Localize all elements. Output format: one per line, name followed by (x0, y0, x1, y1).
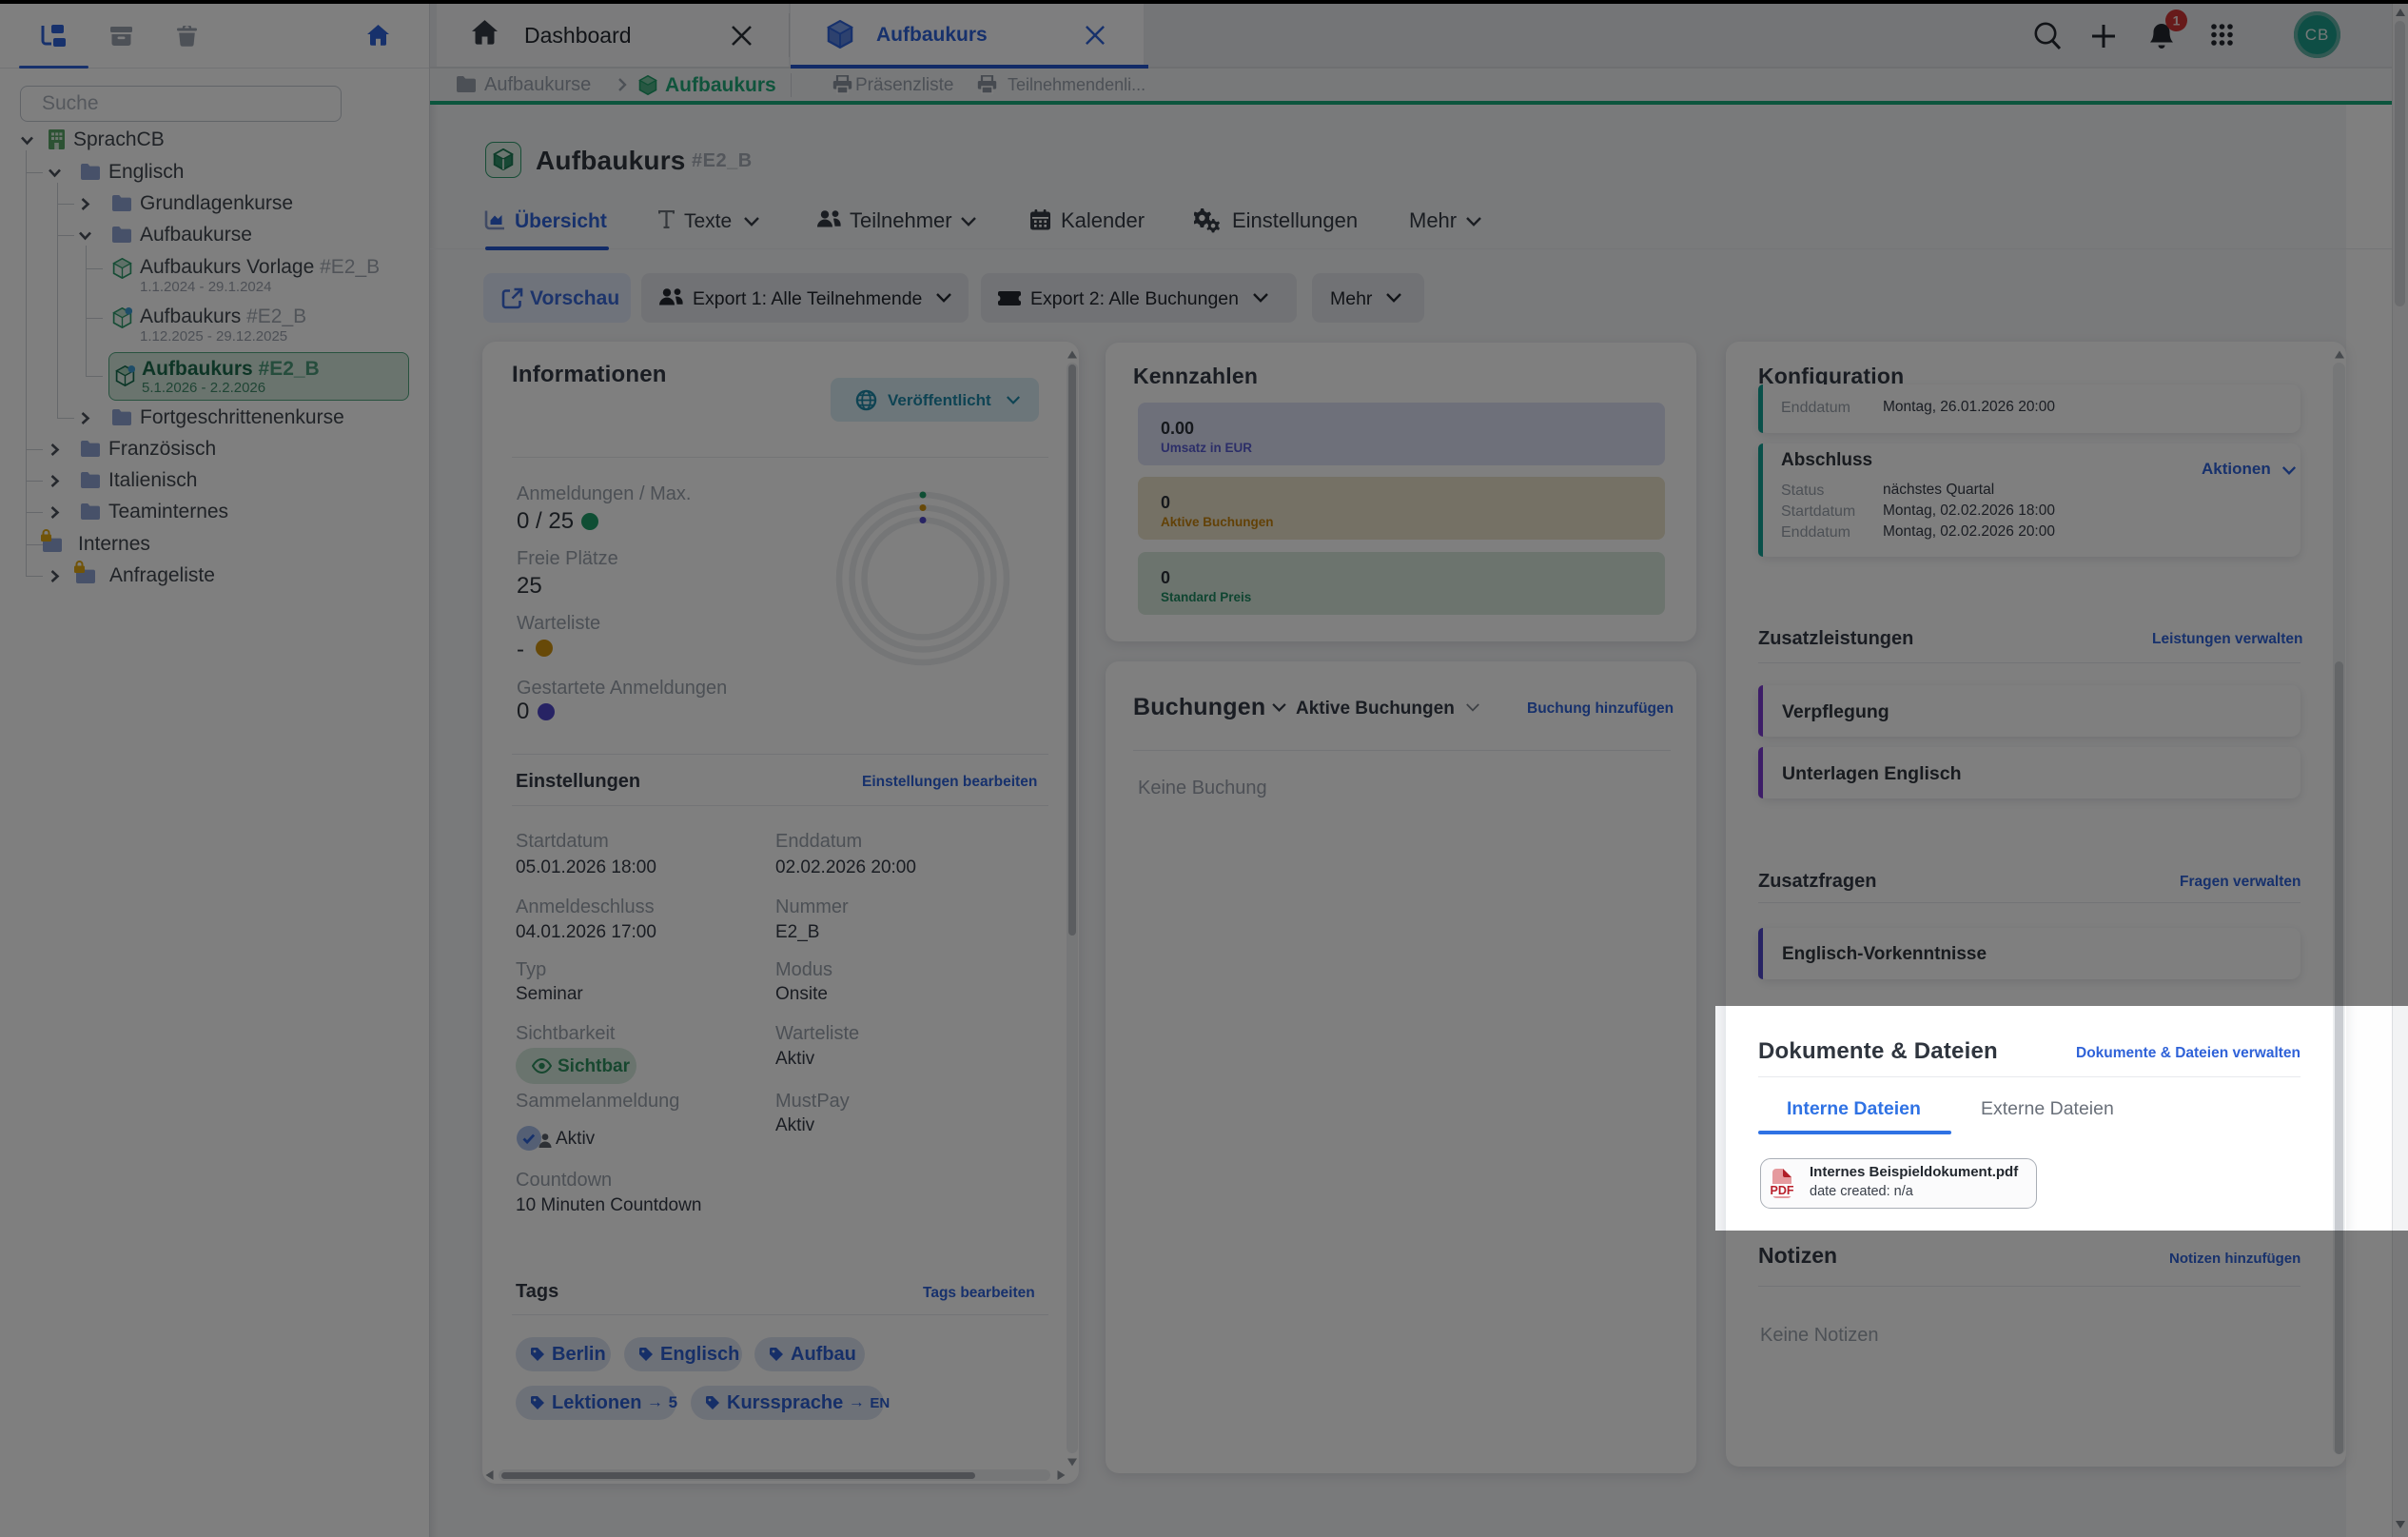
svg-text:PDF: PDF (1771, 1184, 1793, 1197)
